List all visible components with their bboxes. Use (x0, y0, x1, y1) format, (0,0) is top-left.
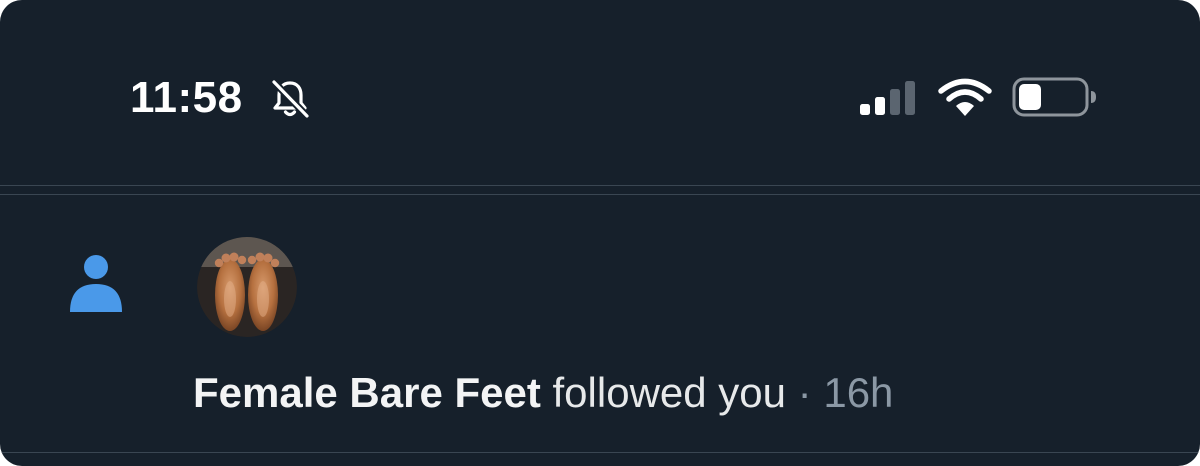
notification-separator: · (797, 369, 812, 416)
notification-action: followed you (552, 369, 786, 416)
section-divider (0, 194, 1200, 195)
header-remnant (0, 0, 1200, 16)
notifications-screen: 11:58 Female Bare Feet followed you · 16… (0, 0, 1200, 466)
profile-avatar-feet[interactable] (197, 237, 297, 337)
status-time: 11:58 (130, 73, 243, 122)
header-divider (0, 185, 1200, 186)
notification-user-name[interactable]: Female Bare Feet (193, 369, 541, 416)
battery-icon (1012, 77, 1096, 117)
cellular-signal-icon (860, 81, 915, 115)
notification-text[interactable]: Female Bare Feet followed you · 16h (193, 366, 893, 420)
person-icon (70, 255, 122, 312)
wifi-icon (938, 78, 992, 116)
notification-time: 16h (823, 369, 894, 416)
row-divider (0, 452, 1200, 453)
bell-slash-icon (270, 78, 311, 120)
